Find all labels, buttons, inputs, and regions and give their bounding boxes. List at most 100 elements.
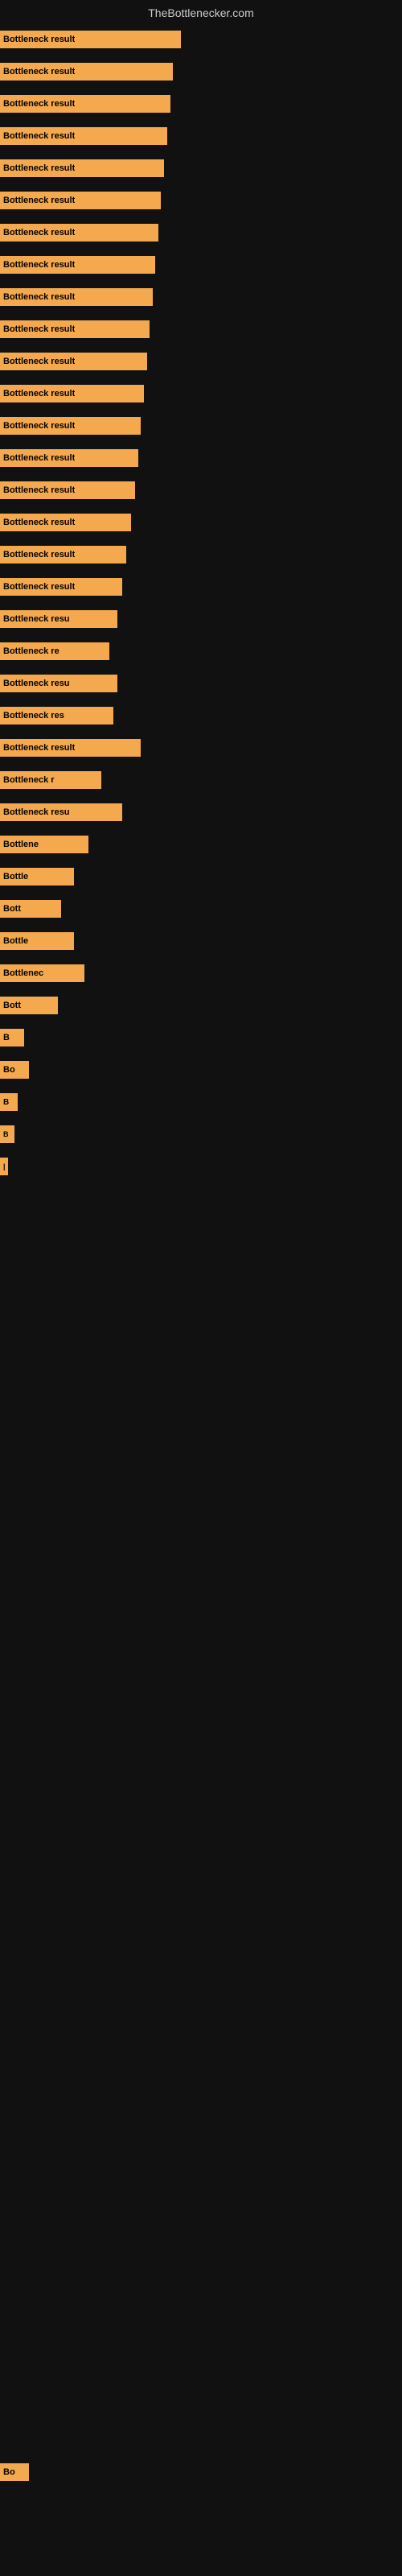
bar-label-6: Bottleneck result	[3, 196, 75, 205]
bar-5: Bottleneck result	[0, 159, 164, 177]
bar-row-29: Bottle	[0, 932, 402, 950]
bar-row-17: Bottleneck result	[0, 546, 402, 564]
bar-29: Bottle	[0, 932, 74, 950]
bar-row-31: Bott	[0, 997, 402, 1014]
bar-row-25: Bottleneck resu	[0, 803, 402, 821]
bar-label-3: Bottleneck result	[3, 99, 75, 109]
bar-26: Bottlene	[0, 836, 88, 853]
bar-row-11: Bottleneck result	[0, 353, 402, 370]
bar-label-13: Bottleneck result	[3, 421, 75, 431]
bar-row-14: Bottleneck result	[0, 449, 402, 467]
bar-8: Bottleneck result	[0, 256, 155, 274]
bar-row-16: Bottleneck result	[0, 514, 402, 531]
bar-row-15: Bottleneck result	[0, 481, 402, 499]
bar-9: Bottleneck result	[0, 288, 153, 306]
bar-row-26: Bottlene	[0, 836, 402, 853]
bar-row-34: B	[0, 1093, 402, 1111]
bar-row-5: Bottleneck result	[0, 159, 402, 177]
bar-label-21: Bottleneck resu	[3, 679, 70, 688]
bar-20: Bottleneck re	[0, 642, 109, 660]
bar-row-2: Bottleneck result	[0, 63, 402, 80]
bar-label-20: Bottleneck re	[3, 646, 59, 656]
bar-row-19: Bottleneck resu	[0, 610, 402, 628]
bar-11: Bottleneck result	[0, 353, 147, 370]
bar-label-16: Bottleneck result	[3, 518, 75, 527]
bar-label-31: Bott	[3, 1001, 21, 1010]
bar-row-1: Bottleneck result	[0, 31, 402, 48]
bar-22: Bottleneck res	[0, 707, 113, 724]
bar-17: Bottleneck result	[0, 546, 126, 564]
bar-19: Bottleneck resu	[0, 610, 117, 628]
bar-row-32: B	[0, 1029, 402, 1046]
bar-label-23: Bottleneck result	[3, 743, 75, 753]
bar-row-35: B	[0, 1125, 402, 1143]
bar-label-25: Bottleneck resu	[3, 807, 70, 817]
bar-row-18: Bottleneck result	[0, 578, 402, 596]
bar-34: B	[0, 1093, 18, 1111]
bar-label-34: B	[3, 1098, 9, 1107]
bar-label-18: Bottleneck result	[3, 582, 75, 592]
bar-label-4: Bottleneck result	[3, 131, 75, 141]
page-wrapper: TheBottlenecker.com Bottleneck result Bo…	[0, 0, 402, 2576]
bar-row-23: Bottleneck result	[0, 739, 402, 757]
bar-13: Bottleneck result	[0, 417, 141, 435]
bar-33: Bo	[0, 1061, 29, 1079]
bar-37: Bo	[0, 2463, 29, 2481]
bar-row-24: Bottleneck r	[0, 771, 402, 789]
bar-21: Bottleneck resu	[0, 675, 117, 692]
bar-label-5: Bottleneck result	[3, 163, 75, 173]
bar-label-15: Bottleneck result	[3, 485, 75, 495]
bar-row-6: Bottleneck result	[0, 192, 402, 209]
bar-row-33: Bo	[0, 1061, 402, 1079]
bar-row-7: Bottleneck result	[0, 224, 402, 242]
bar-row-37: Bo	[0, 2463, 402, 2481]
bar-row-22: Bottleneck res	[0, 707, 402, 724]
bar-18: Bottleneck result	[0, 578, 122, 596]
bar-10: Bottleneck result	[0, 320, 150, 338]
bar-row-3: Bottleneck result	[0, 95, 402, 113]
bar-label-19: Bottleneck resu	[3, 614, 70, 624]
bar-row-28: Bott	[0, 900, 402, 918]
site-title: TheBottlenecker.com	[0, 0, 402, 23]
bar-35: B	[0, 1125, 14, 1143]
bar-label-27: Bottle	[3, 872, 28, 881]
bar-30: Bottlenec	[0, 964, 84, 982]
bar-label-29: Bottle	[3, 936, 28, 946]
bar-3: Bottleneck result	[0, 95, 170, 113]
bar-label-26: Bottlene	[3, 840, 39, 849]
bar-label-12: Bottleneck result	[3, 389, 75, 398]
bar-label-28: Bott	[3, 904, 21, 914]
bar-row-10: Bottleneck result	[0, 320, 402, 338]
bar-row-9: Bottleneck result	[0, 288, 402, 306]
bar-label-2: Bottleneck result	[3, 67, 75, 76]
bar-label-14: Bottleneck result	[3, 453, 75, 463]
bar-label-30: Bottlenec	[3, 968, 43, 978]
bar-1: Bottleneck result	[0, 31, 181, 48]
bar-label-17: Bottleneck result	[3, 550, 75, 559]
bar-25: Bottleneck resu	[0, 803, 122, 821]
bar-27: Bottle	[0, 868, 74, 886]
bar-row-4: Bottleneck result	[0, 127, 402, 145]
bar-2: Bottleneck result	[0, 63, 173, 80]
bar-28: Bott	[0, 900, 61, 918]
bar-label-22: Bottleneck res	[3, 711, 64, 720]
bar-row-36: |	[0, 1158, 402, 1175]
bar-12: Bottleneck result	[0, 385, 144, 402]
bar-label-24: Bottleneck r	[3, 775, 55, 785]
bar-label-35: B	[3, 1130, 9, 1138]
bar-4: Bottleneck result	[0, 127, 167, 145]
bar-row-21: Bottleneck resu	[0, 675, 402, 692]
bar-label-7: Bottleneck result	[3, 228, 75, 237]
bar-label-37: Bo	[3, 2467, 15, 2477]
bar-7: Bottleneck result	[0, 224, 158, 242]
bar-label-10: Bottleneck result	[3, 324, 75, 334]
bar-6: Bottleneck result	[0, 192, 161, 209]
bar-36: |	[0, 1158, 8, 1175]
bar-row-27: Bottle	[0, 868, 402, 886]
bar-label-8: Bottleneck result	[3, 260, 75, 270]
bar-row-13: Bottleneck result	[0, 417, 402, 435]
bar-24: Bottleneck r	[0, 771, 101, 789]
bar-row-20: Bottleneck re	[0, 642, 402, 660]
bar-16: Bottleneck result	[0, 514, 131, 531]
bar-row-8: Bottleneck result	[0, 256, 402, 274]
